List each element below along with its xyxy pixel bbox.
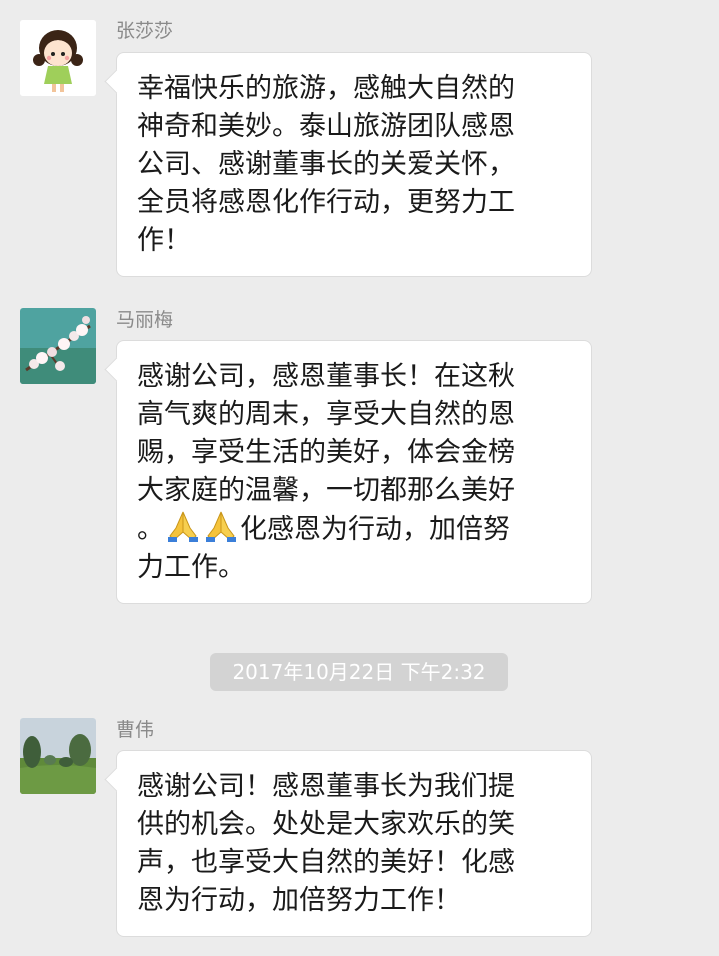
message-text-line: 恩为行动，加倍努力工作！ — [137, 885, 461, 916]
sender-name: 马丽梅 — [116, 309, 174, 331]
message-text-line: 感谢公司！感恩董事长为我们提 — [137, 771, 515, 802]
message-text-line: 感谢公司，感恩董事长！在这秋 — [137, 361, 515, 392]
sender-name: 张莎莎 — [116, 20, 174, 42]
cartoon-girl-avatar-icon — [20, 20, 96, 96]
message-text-line: 高气爽的周末，享受大自然的恩 — [137, 399, 515, 430]
message-text-segment: 化感恩为行动，加倍努 — [240, 514, 510, 545]
message-text-line: 幸福快乐的旅游，感触大自然的 — [137, 73, 515, 104]
message-text-line: 力工作。 — [137, 552, 245, 583]
avatar[interactable] — [20, 308, 96, 384]
avatar[interactable] — [20, 718, 96, 794]
message-bubble[interactable]: 幸福快乐的旅游，感触大自然的 神奇和美妙。泰山旅游团队感恩 公司、感谢董事长的关… — [116, 52, 592, 277]
folded-hands-icon — [168, 511, 198, 542]
chat-view: 张莎莎 幸福快乐的旅游，感触大自然的 神奇和美妙。泰山旅游团队感恩 公司、感谢董… — [0, 0, 719, 956]
sender-name: 曹伟 — [116, 719, 155, 741]
message-text-line: 供的机会。处处是大家欢乐的笑 — [137, 809, 515, 840]
timestamp-badge: 2017年10月22日 下午2:32 — [210, 653, 508, 691]
message-text-segment: 。 — [137, 514, 164, 545]
cherry-blossom-avatar-icon — [20, 308, 96, 384]
avatar[interactable] — [20, 20, 96, 96]
folded-hands-icon — [206, 511, 236, 542]
message-text-line: 全员将感恩化作行动，更努力工 — [137, 187, 515, 218]
message-text-line: 作！ — [137, 225, 191, 256]
message-text-line: 公司、感谢董事长的关爱关怀， — [137, 149, 515, 180]
garden-photo-avatar-icon — [20, 718, 96, 794]
message-bubble[interactable]: 感谢公司，感恩董事长！在这秋 高气爽的周末，享受大自然的恩 赐，享受生活的美好，… — [116, 340, 592, 604]
message-text-line: 声，也享受大自然的美好！化感 — [137, 847, 515, 878]
message-text-line: 神奇和美妙。泰山旅游团队感恩 — [137, 111, 515, 142]
message-bubble[interactable]: 感谢公司！感恩董事长为我们提 供的机会。处处是大家欢乐的笑 声，也享受大自然的美… — [116, 750, 592, 937]
message-text-line: 赐，享受生活的美好，体会金榜 — [137, 437, 515, 468]
message-text-line: 大家庭的温馨，一切都那么美好 — [137, 475, 515, 506]
message-text-line: 。 化感恩为行动，加倍努 — [137, 510, 573, 549]
